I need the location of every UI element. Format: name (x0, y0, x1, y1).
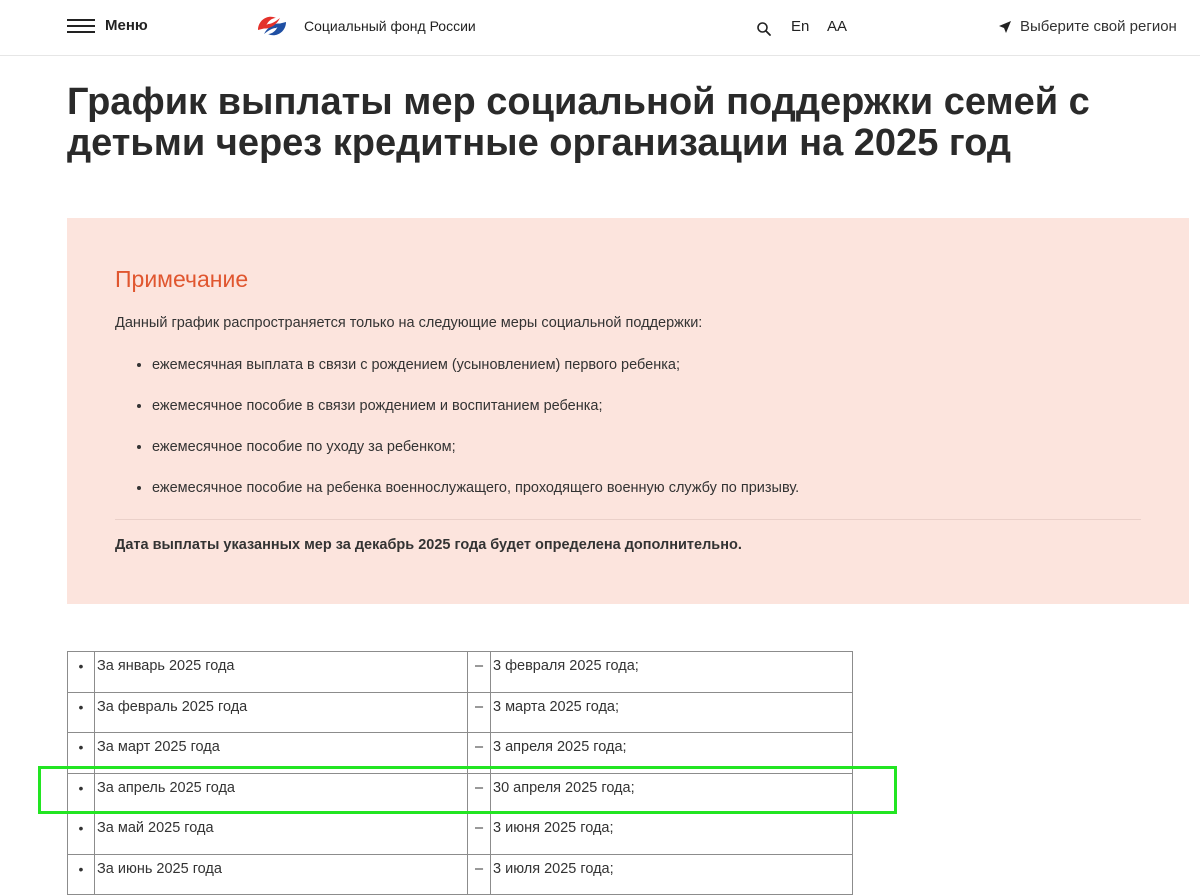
hamburger-icon (67, 18, 95, 34)
row-dash: – (467, 813, 491, 855)
page-title: График выплаты мер социальной поддержки … (67, 81, 1090, 164)
row-bullet: • (67, 772, 95, 814)
table-row: • За январь 2025 года – 3 февраля 2025 г… (67, 651, 853, 693)
row-dash: – (467, 732, 491, 774)
row-date: 3 марта 2025 года; (490, 691, 853, 733)
row-date: 3 апреля 2025 года; (490, 732, 853, 774)
table-row: • За февраль 2025 года – 3 марта 2025 го… (67, 691, 853, 733)
table-row: • За апрель 2025 года – 30 апреля 2025 г… (67, 772, 853, 814)
table-row: • За март 2025 года – 3 апреля 2025 года… (67, 732, 853, 774)
note-list-item: ежемесячная выплата в связи с рождением … (152, 355, 799, 396)
row-period: За апрель 2025 года (94, 772, 468, 814)
note-list-item: ежемесячное пособие на ребенка военнослу… (152, 478, 799, 519)
row-dash: – (467, 772, 491, 814)
note-title: Примечание (115, 266, 249, 292)
note-list-item: ежемесячное пособие в связи рождением и … (152, 396, 799, 437)
menu-button[interactable]: Меню (67, 17, 148, 34)
schedule-table: • За январь 2025 года – 3 февраля 2025 г… (67, 651, 853, 895)
note-box: Примечание Данный график распространяетс… (67, 218, 1189, 604)
sfr-logo-link[interactable]: Социальный фонд России (254, 10, 476, 42)
language-switch[interactable]: En (791, 18, 809, 35)
row-dash: – (467, 651, 491, 693)
row-dash: – (467, 691, 491, 733)
region-selector[interactable]: Выберите свой регион (998, 18, 1177, 35)
site-header: Меню Социальный фонд России En АА Выбери… (0, 0, 1200, 56)
row-dash: – (467, 853, 491, 895)
region-label: Выберите свой регион (1020, 18, 1177, 35)
row-date: 30 апреля 2025 года; (490, 772, 853, 814)
row-date: 3 февраля 2025 года; (490, 651, 853, 693)
note-list-item: ежемесячное пособие по уходу за ребенком… (152, 437, 799, 478)
sfr-logo-icon (258, 16, 286, 36)
row-date: 3 июня 2025 года; (490, 813, 853, 855)
note-intro: Данный график распространяется только на… (115, 315, 703, 331)
row-bullet: • (67, 813, 95, 855)
note-list: ежемесячная выплата в связи с рождением … (115, 355, 799, 519)
table-row: • За май 2025 года – 3 июня 2025 года; (67, 813, 853, 855)
row-period: За январь 2025 года (94, 651, 468, 693)
row-period: За июнь 2025 года (94, 853, 468, 895)
row-period: За март 2025 года (94, 732, 468, 774)
row-period: За февраль 2025 года (94, 691, 468, 733)
table-row: • За июнь 2025 года – 3 июля 2025 года; (67, 853, 853, 895)
row-date: 3 июля 2025 года; (490, 853, 853, 895)
row-bullet: • (67, 691, 95, 733)
row-bullet: • (67, 651, 95, 693)
location-arrow-icon (999, 20, 1011, 33)
font-size-toggle[interactable]: АА (827, 18, 847, 35)
row-bullet: • (67, 853, 95, 895)
menu-label: Меню (105, 17, 148, 34)
note-december-text: Дата выплаты указанных мер за декабрь 20… (115, 537, 742, 553)
logo-text: Социальный фонд России (304, 18, 476, 34)
note-divider (115, 519, 1141, 520)
row-period: За май 2025 года (94, 813, 468, 855)
search-icon[interactable] (756, 21, 772, 37)
row-bullet: • (67, 732, 95, 774)
